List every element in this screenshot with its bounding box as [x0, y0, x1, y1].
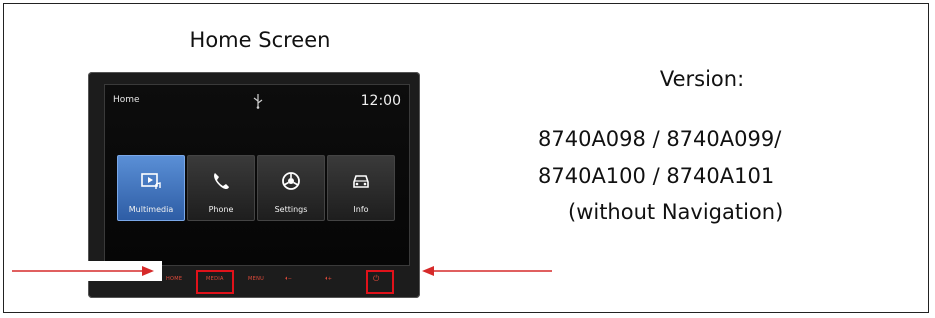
version-title: Version: — [659, 67, 745, 91]
left-arrow-callout — [12, 261, 162, 281]
version-line-3: (without Navigation) — [568, 200, 784, 224]
tile-label: Phone — [208, 205, 234, 214]
tile-label: Multimedia — [128, 205, 174, 214]
tile-settings[interactable]: Settings — [257, 155, 325, 221]
tile-info[interactable]: Info — [327, 155, 395, 221]
right-arrow-callout — [420, 261, 552, 281]
hw-volume-down-button[interactable]: ⏴− — [285, 276, 292, 282]
version-line-1: 8740A098 / 8740A099/ — [538, 127, 782, 151]
phone-icon — [214, 173, 229, 190]
highlight-box-media — [196, 270, 234, 294]
hw-home-button[interactable]: HOME — [166, 276, 182, 282]
highlight-box-power — [366, 270, 394, 294]
arrow-left-icon — [422, 266, 552, 276]
home-screen-title: Home Screen — [189, 28, 331, 52]
usb-icon — [253, 94, 263, 109]
settings-icon — [282, 172, 300, 190]
hw-menu-button[interactable]: MENU — [248, 276, 264, 282]
status-clock: 12:00 — [360, 93, 401, 109]
hw-volume-up-button[interactable]: ⏴+ — [325, 276, 332, 282]
arrow-right-icon — [12, 266, 154, 276]
status-home-label: Home — [113, 95, 140, 105]
head-unit-screen: Home 12:00 Multimedia Phone Settings Inf… — [104, 84, 410, 266]
tile-multimedia[interactable]: Multimedia — [117, 155, 185, 221]
multimedia-icon — [141, 173, 161, 189]
home-tiles: Multimedia Phone Settings Info — [117, 155, 395, 221]
tile-label: Settings — [274, 205, 308, 214]
version-line-2: 8740A100 / 8740A101 — [538, 164, 775, 188]
car-icon — [353, 175, 369, 188]
tile-phone[interactable]: Phone — [187, 155, 255, 221]
tile-label: Info — [353, 205, 369, 214]
